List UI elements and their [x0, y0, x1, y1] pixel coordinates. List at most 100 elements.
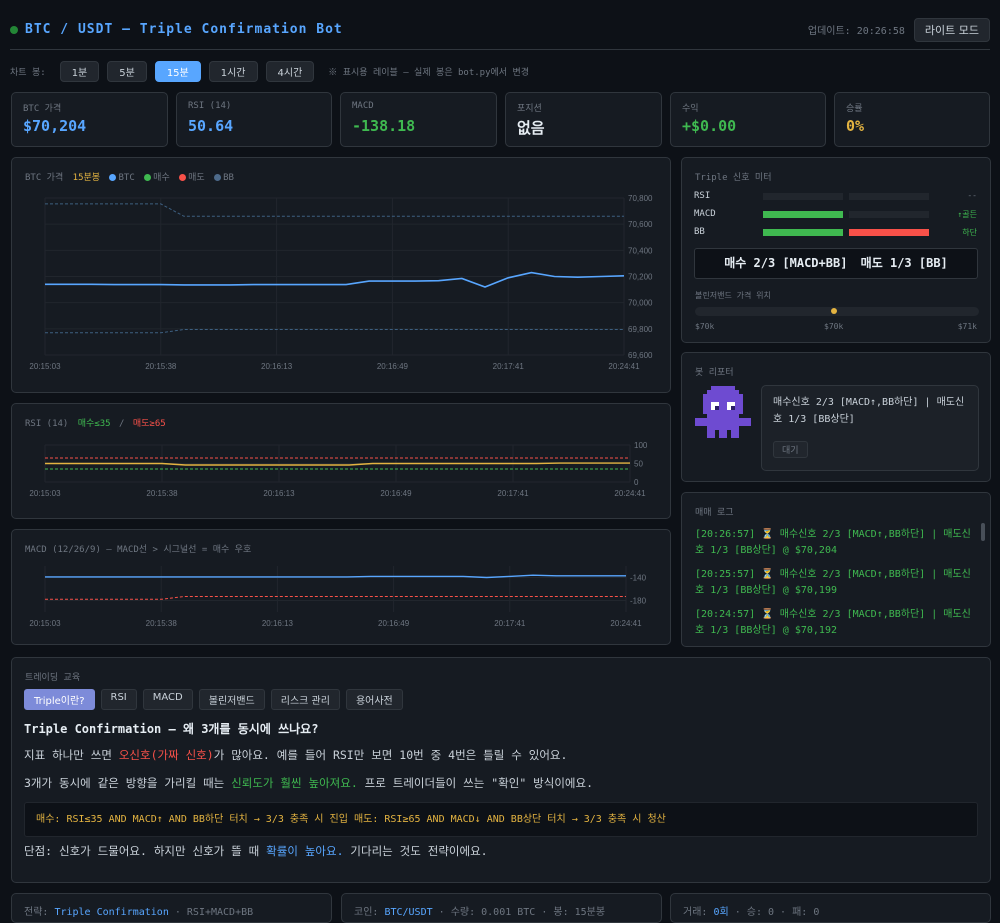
bb-label-low: $70k — [695, 322, 715, 331]
footer-coin-card: 코인: BTC/USDT · 수량: 0.001 BTC · 봉: 15분봉 — [341, 893, 662, 923]
y-tick-label: 69,800 — [628, 325, 653, 334]
stat-value-macd: -138.18 — [352, 117, 416, 135]
reporter-status-badge: 대기 — [773, 441, 808, 458]
edu-paragraph-3: 단점: 신호가 드물어요. 하지만 신호가 뜰 때 확률이 높아요. 기다리는 … — [24, 843, 488, 859]
reporter-title: 봇 리포터 — [695, 368, 734, 378]
y-tick-label: 70,000 — [628, 299, 653, 308]
trade-log-list[interactable]: [20:26:57] ⏳ 매수신호 2/3 [MACD↑,BB하단] | 매도신… — [695, 527, 975, 637]
log-scrollbar[interactable] — [981, 523, 985, 541]
y-tick-label: 70,800 — [628, 194, 653, 203]
stat-label: 포지션 — [517, 104, 542, 114]
meter-bar-macd-sell — [849, 211, 929, 218]
edu-rule-box: 매수: RSI≤35 AND MACD↑ AND BB하단 터치 → 3/3 충… — [24, 802, 978, 837]
bb-position-marker — [831, 308, 838, 314]
meter-status-macd: ↑골든 — [957, 210, 977, 219]
meter-bar-rsi-sell — [849, 193, 929, 200]
tf-button-1m[interactable]: 1분 — [59, 60, 100, 82]
edu-text: 프로 트레이더들이 쓰는 "확인" 방식이에요. — [357, 776, 593, 790]
bb-position-track — [695, 307, 979, 316]
edu-text: 지표 하나만 쓰면 — [24, 748, 119, 762]
bb-position-title: 볼린저밴드 가격 위치 — [695, 291, 771, 300]
edu-heading: Triple Confirmation — 왜 3개를 동시에 쓰나요? — [24, 722, 319, 736]
edu-tab-risk[interactable]: 리스크 관리 — [270, 689, 340, 710]
meter-title: Triple 신호 미터 — [695, 173, 772, 183]
price-chart: 70,800 70,600 70,400 70,200 70,000 69,800 69,6… — [29, 194, 653, 371]
x-tick-label: 20:16:13 — [262, 619, 294, 628]
y-tick-label: 70,400 — [628, 246, 653, 255]
edu-tab-macd[interactable]: MACD — [142, 689, 193, 710]
x-tick-label: 20:17:41 — [493, 362, 525, 371]
update-time: 업데이트: 20:26:58 — [807, 26, 905, 37]
edu-text: 단점: 신호가 드물어요. 하지만 신호가 뜰 때 — [24, 844, 267, 858]
x-tick-label: 20:16:49 — [380, 489, 412, 498]
stat-card-profit: 수익 +$0.00 — [670, 92, 826, 147]
stat-value-price: $70,204 — [23, 117, 87, 135]
edu-text: 가 많아요. 예를 들어 RSI만 보면 10번 중 4번은 틀릴 수 있어요. — [213, 748, 568, 762]
x-tick-label: 20:16:49 — [378, 619, 410, 628]
y-tick-label: 70,200 — [628, 273, 653, 282]
meter-bar-bb-sell — [849, 229, 929, 236]
btc-price-line — [45, 271, 625, 288]
meter-label-rsi: RSI — [694, 191, 711, 201]
edu-tab-glossary[interactable]: 용어사전 — [345, 689, 403, 710]
x-tick-label: 20:17:41 — [497, 489, 529, 498]
timeframe-selector: 차트 봉: 1분 5분 15분 1시간 4시간 ※ 표시용 레이블 — 실제 봉… — [10, 60, 530, 82]
stat-card-rsi: RSI (14) 50.64 — [176, 92, 332, 147]
signal-line — [45, 596, 626, 600]
stat-value-rsi: 50.64 — [188, 117, 234, 135]
meter-bar-bb-buy — [763, 229, 843, 236]
bb-lower-line — [45, 329, 624, 334]
price-chart-card: BTC 가격 15분봉 BTC 매수 매도 BB 70,800 70,600 70,… — [11, 157, 671, 393]
log-entry: [20:26:57] ⏳ 매수신호 2/3 [MACD↑,BB하단] | 매도신… — [695, 529, 971, 556]
stat-value-position: 없음 — [517, 119, 545, 137]
y-tick-label: -180 — [630, 597, 647, 606]
stat-card-price: BTC 가격 $70,204 — [11, 92, 168, 147]
edu-tabs: Triple이란? RSI MACD 볼린저밴드 리스크 관리 용어사전 — [24, 689, 403, 710]
edu-tab-rsi[interactable]: RSI — [100, 689, 137, 710]
meter-summary-sell: 매도 1/3 [BB] — [860, 256, 948, 270]
macd-chart-card: MACD (12/26/9) — MACD선 > 시그널선 = 매수 우호 -1… — [11, 529, 671, 645]
meter-summary-buy: 매수 2/3 [MACD+BB] — [724, 256, 848, 270]
stat-label: RSI (14) — [188, 101, 232, 111]
y-tick-label: 100 — [634, 441, 648, 450]
x-tick-label: 20:24:41 — [608, 362, 640, 371]
meter-summary: 매수 2/3 [MACD+BB] 매도 1/3 [BB] — [694, 248, 978, 279]
macd-chart: -140 -180 20:15:03 20:15:38 20:16:13 20:16:49… — [29, 566, 647, 628]
education-card: 트레이딩 교육 Triple이란? RSI MACD 볼린저밴드 리스크 관리 … — [11, 657, 991, 883]
bb-label-high: $71k — [957, 322, 977, 331]
tf-button-15m[interactable]: 15분 — [154, 60, 201, 82]
stat-card-winrate: 승률 0% — [834, 92, 990, 147]
x-tick-label: 20:15:38 — [146, 619, 178, 628]
log-entry: [20:25:57] ⏳ 매수신호 2/3 [MACD↑,BB하단] | 매도신… — [695, 569, 971, 596]
edu-highlight: 신뢰도가 훨씬 높아져요. — [231, 776, 358, 790]
x-tick-label: 20:24:41 — [614, 489, 646, 498]
edu-tab-triple[interactable]: Triple이란? — [24, 689, 95, 710]
stat-card-macd: MACD -138.18 — [340, 92, 497, 147]
footer-trades-card: 거래: 0회 · 승: 0 · 패: 0 — [670, 893, 991, 923]
edu-text: 3개가 동시에 같은 방향을 가리킬 때는 — [24, 776, 232, 790]
page-title: BTC / USDT — Triple Confirmation Bot — [25, 22, 343, 37]
tf-button-4h[interactable]: 4시간 — [265, 60, 315, 82]
bb-upper-line — [45, 203, 624, 217]
reporter-message: 매수신호 2/3 [MACD↑,BB하단] | 매도신호 1/3 [BB상단] — [773, 397, 965, 425]
x-tick-label: 20:17:41 — [494, 619, 526, 628]
lite-mode-button[interactable]: 라이트 모드 — [913, 17, 990, 42]
meter-label-macd: MACD — [694, 209, 716, 219]
x-tick-label: 20:15:03 — [29, 362, 61, 371]
stat-label: MACD — [352, 101, 374, 111]
timeframe-label: 차트 봉: — [10, 67, 46, 78]
tf-button-1h[interactable]: 1시간 — [208, 60, 258, 82]
rsi-chart-card: RSI (14) 매수≤35 / 매도≥65 100 50 0 20:15:03 20:… — [11, 403, 671, 519]
tf-button-5m[interactable]: 5분 — [107, 60, 147, 82]
stat-value-winrate: 0% — [846, 117, 865, 135]
x-tick-label: 20:15:38 — [146, 489, 178, 498]
meter-status-bb: 하단 — [962, 228, 977, 237]
signal-meter-card: Triple 신호 미터 RSI -- MACD ↑골든 BB 하단 매수 2/… — [681, 157, 991, 343]
bb-label-mid: $70k — [824, 322, 844, 331]
timeframe-note: ※ 표시용 레이블 — 실제 봉은 bot.py에서 변경 — [328, 67, 530, 78]
meter-bar-macd-buy — [763, 211, 843, 218]
edu-highlight: 확률이 높아요. — [266, 844, 344, 858]
stat-card-position: 포지션 없음 — [505, 92, 662, 147]
edu-tab-bollinger[interactable]: 볼린저밴드 — [198, 689, 265, 710]
edu-title: 트레이딩 교육 — [25, 673, 81, 683]
